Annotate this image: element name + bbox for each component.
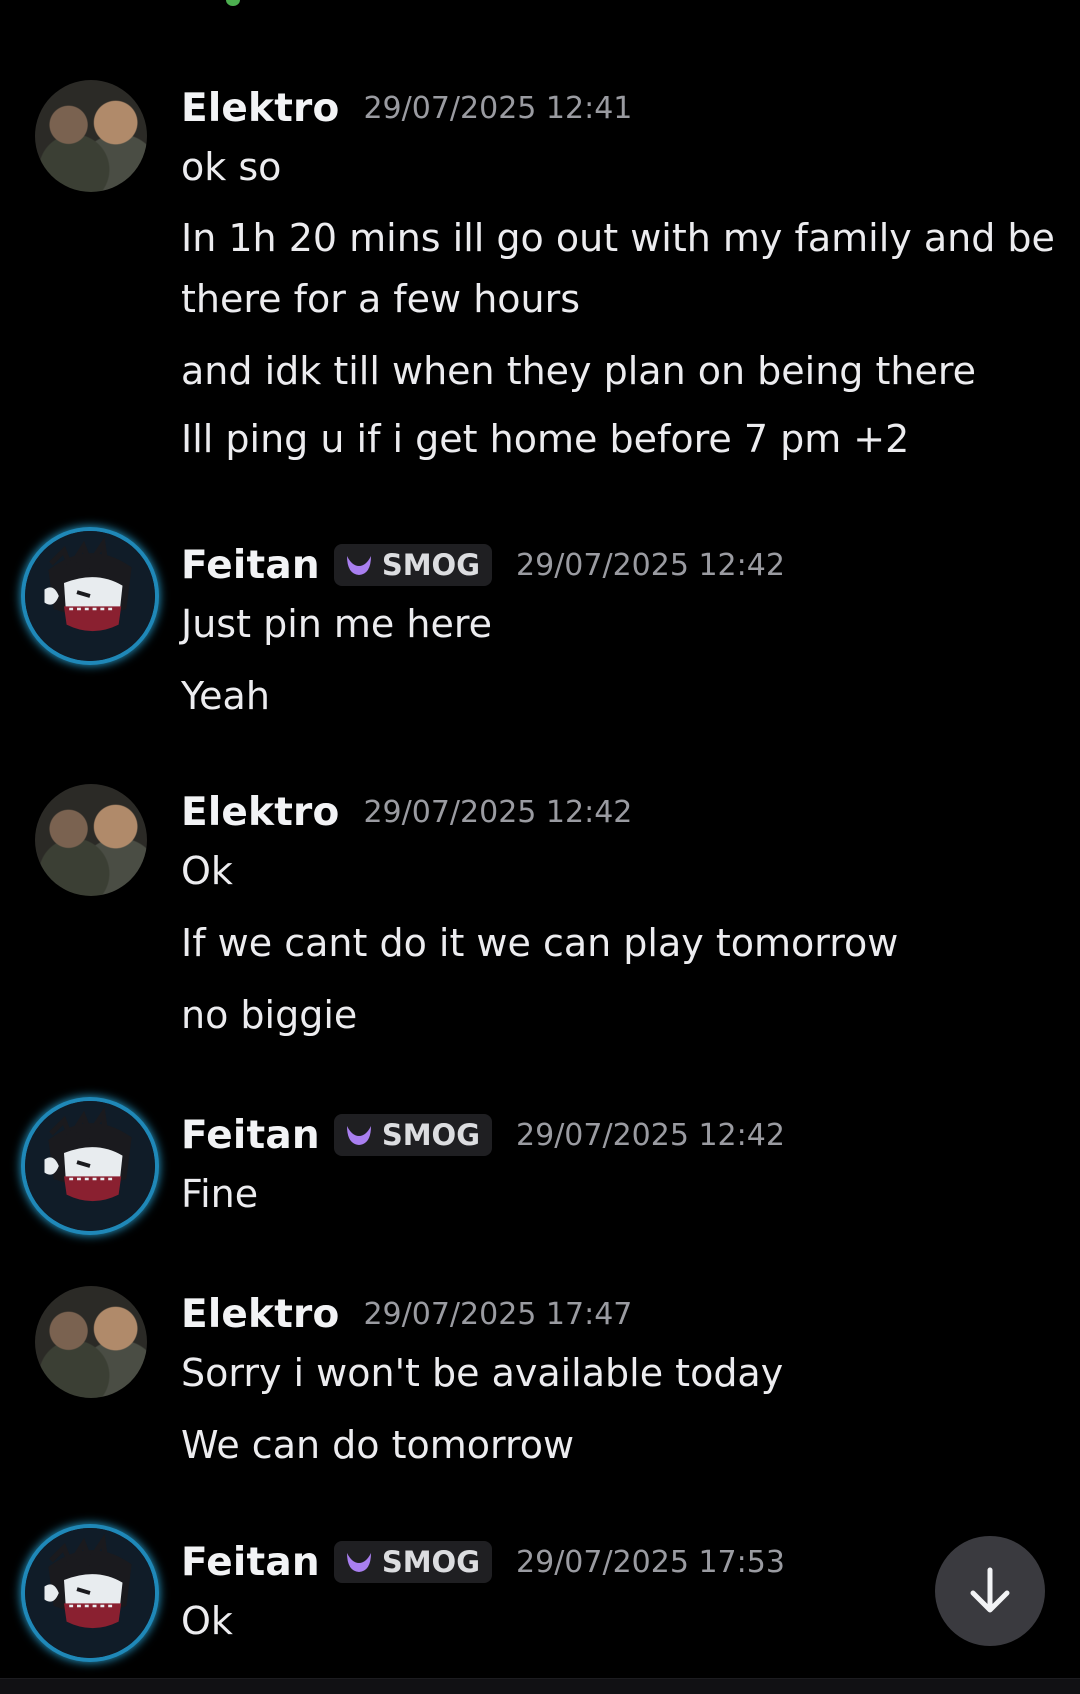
message-text: Ok (181, 849, 233, 893)
message-text: Ok (181, 1599, 233, 1643)
timestamp: 29/07/2025 12:42 (363, 794, 633, 830)
timestamp: 29/07/2025 12:41 (363, 90, 633, 126)
avatar[interactable] (35, 784, 147, 896)
scroll-to-bottom-button[interactable] (935, 1536, 1045, 1646)
message-text: Fine (181, 1172, 259, 1216)
timestamp: 29/07/2025 12:42 (516, 547, 785, 583)
avatar[interactable] (35, 80, 147, 192)
arrow-down-icon (970, 1567, 1010, 1613)
username[interactable]: Elektro (181, 790, 339, 835)
username[interactable]: Elektro (181, 1292, 339, 1337)
message-text: Yeah (181, 674, 270, 718)
message-text: Sorry i won't be available today (181, 1351, 784, 1395)
message-text: ok so (181, 145, 282, 189)
timestamp: 29/07/2025 17:53 (516, 1544, 785, 1580)
status-dot (226, 0, 240, 6)
crescent-icon (346, 1553, 371, 1572)
message-text: We can do tomorrow (181, 1423, 575, 1467)
timestamp: 29/07/2025 12:42 (516, 1117, 785, 1153)
avatar[interactable] (25, 1101, 155, 1231)
message-text: no biggie (181, 993, 358, 1037)
server-tag[interactable]: SMOG (333, 1541, 493, 1583)
message-text: and idk till when they plan on being the… (181, 349, 977, 393)
message-text: If we cant do it we can play tomorrow (181, 921, 899, 965)
message-text: Ill ping u if i get home before 7 pm +2 (181, 417, 910, 461)
username[interactable]: Feitan (181, 1113, 320, 1158)
avatar[interactable] (25, 531, 155, 661)
crescent-icon (346, 556, 371, 575)
message-text: In 1h 20 mins ill go out with my family … (181, 216, 1055, 260)
composer-edge (0, 1678, 1080, 1694)
message-text: there for a few hours (181, 277, 581, 321)
timestamp: 29/07/2025 17:47 (363, 1296, 633, 1332)
username[interactable]: Feitan (181, 1540, 320, 1585)
server-tag-label: SMOG (381, 1545, 481, 1579)
avatar[interactable] (25, 1528, 155, 1658)
username[interactable]: Elektro (181, 86, 339, 131)
avatar[interactable] (35, 1286, 147, 1398)
server-tag-label: SMOG (381, 548, 481, 582)
server-tag[interactable]: SMOG (333, 544, 493, 586)
server-tag[interactable]: SMOG (333, 1114, 493, 1156)
message-text: Just pin me here (181, 602, 493, 646)
username[interactable]: Feitan (181, 543, 320, 588)
crescent-icon (346, 1126, 371, 1145)
server-tag-label: SMOG (381, 1118, 481, 1152)
